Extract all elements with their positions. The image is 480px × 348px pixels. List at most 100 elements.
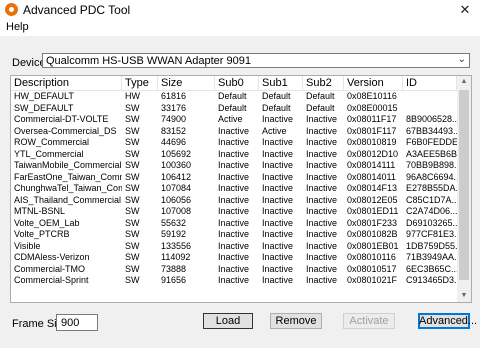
table-row[interactable]: TaiwanMobile_Commercial SW 100360 Inactive I… bbox=[11, 160, 457, 172]
close-icon[interactable]: ✕ bbox=[450, 0, 480, 20]
table-cell: 0x08011F17 bbox=[347, 114, 397, 124]
scroll-up-icon[interactable]: ▲ bbox=[457, 76, 471, 88]
table-row[interactable]: YTL_Commercial SW 105692 Inactive Inactive In… bbox=[11, 149, 457, 161]
table-row[interactable]: SW_DEFAULT SW 33176 Default Default Default 0x… bbox=[11, 103, 457, 115]
table-row[interactable]: Commercial-Sprint SW 91656 Inactive Inactive… bbox=[11, 275, 457, 287]
table-cell: Inactive bbox=[306, 229, 338, 239]
table-cell: 100360 bbox=[161, 160, 192, 170]
table-cell: Commercial-DT-VOLTE bbox=[14, 114, 109, 124]
table-cell: Inactive bbox=[306, 114, 338, 124]
table-cell: Inactive bbox=[306, 160, 338, 170]
table-cell: 0x08014111 bbox=[347, 160, 396, 170]
table-cell: 105692 bbox=[161, 148, 192, 159]
table-cell: FarEastOne_Taiwan_Comm... bbox=[14, 171, 122, 182]
app-logo-icon bbox=[5, 3, 18, 16]
table-cell: 44696 bbox=[161, 137, 187, 147]
table-cell: Inactive bbox=[306, 183, 338, 193]
table-row[interactable]: Volte_PTCRB SW 59192 Inactive Inactive Inacti… bbox=[11, 229, 457, 241]
column-header-id[interactable]: ID bbox=[403, 76, 457, 90]
column-header-version[interactable]: Version bbox=[344, 76, 403, 90]
menu-help[interactable]: Help bbox=[6, 21, 29, 33]
config-table[interactable]: Description Type Size Sub0 Sub1 Sub2 Ver… bbox=[10, 75, 472, 303]
table-cell: 0x0801082B bbox=[347, 229, 398, 239]
table-cell: 0x08014011 bbox=[347, 171, 396, 182]
table-cell: 0x0801ED11 bbox=[347, 206, 399, 216]
table-cell: 107084 bbox=[161, 183, 192, 193]
table-cell: 61816 bbox=[161, 91, 187, 101]
table-cell: Commercial-Sprint bbox=[14, 275, 89, 285]
table-cell: Inactive bbox=[262, 160, 294, 170]
table-cell bbox=[403, 91, 457, 103]
vertical-scrollbar[interactable]: ▲ ▼ bbox=[457, 76, 471, 302]
table-cell: HW_DEFAULT bbox=[14, 91, 74, 101]
table-row[interactable]: Volte_OEM_Lab SW 55632 Inactive Inactive Inac… bbox=[11, 218, 457, 230]
scroll-thumb[interactable] bbox=[459, 90, 469, 280]
column-header-type[interactable]: Type bbox=[122, 76, 158, 90]
table-cell: ROW_Commercial bbox=[14, 137, 90, 147]
table-cell: Inactive bbox=[218, 229, 250, 239]
frame-size-input[interactable] bbox=[56, 314, 98, 331]
table-cell: 6EC3B65C... bbox=[406, 263, 457, 274]
table-row[interactable]: Commercial-TMO SW 73888 Inactive Inactive Ina… bbox=[11, 264, 457, 276]
table-row[interactable]: MTNL-BSNL SW 107008 Inactive Inactive Inactiv… bbox=[11, 206, 457, 218]
column-header-sub0[interactable]: Sub0 bbox=[215, 76, 259, 90]
table-cell: 106056 bbox=[161, 194, 192, 205]
table-cell: 33176 bbox=[161, 102, 187, 113]
table-cell bbox=[403, 103, 457, 115]
table-cell: 55632 bbox=[161, 217, 187, 228]
table-row[interactable]: CDMAless-Verizon SW 114092 Inactive Inactive… bbox=[11, 252, 457, 264]
table-cell: SW bbox=[125, 137, 140, 147]
table-cell: Inactive bbox=[218, 160, 250, 170]
table-cell: YTL_Commercial bbox=[14, 148, 84, 159]
column-header-sub2[interactable]: Sub2 bbox=[303, 76, 344, 90]
table-cell: Inactive bbox=[306, 217, 338, 228]
table-cell: SW bbox=[125, 183, 140, 193]
table-cell: HW bbox=[125, 91, 140, 101]
table-cell: 59192 bbox=[161, 229, 187, 239]
table-cell: 96A8C6694... bbox=[406, 171, 457, 182]
table-cell: Inactive bbox=[306, 206, 338, 216]
table-row[interactable]: FarEastOne_Taiwan_Comm...SW 106412 Inactiv… bbox=[11, 172, 457, 184]
table-row[interactable]: Commercial-DT-VOLTE SW 74900 Active Inactive… bbox=[11, 114, 457, 126]
table-cell: Default bbox=[306, 102, 335, 113]
activate-button[interactable]: Activate bbox=[343, 313, 395, 329]
table-cell: Inactive bbox=[262, 148, 294, 159]
table-row[interactable]: Visible SW 133556 Inactive Inactive Inactive 0… bbox=[11, 241, 457, 253]
table-cell: Inactive bbox=[306, 263, 338, 274]
table-cell: D69103265... bbox=[406, 217, 457, 228]
table-row[interactable]: ChunghwaTel_Taiwan_Com... SW 107084 Inactiv… bbox=[11, 183, 457, 195]
table-cell: SW bbox=[125, 148, 140, 159]
table-cell: Oversea-Commercial_DS bbox=[14, 125, 117, 136]
table-cell: Volte_OEM_Lab bbox=[14, 217, 80, 228]
remove-button[interactable]: Remove bbox=[270, 313, 322, 329]
table-cell: Inactive bbox=[218, 194, 250, 205]
table-cell: 0x08010116 bbox=[347, 252, 396, 262]
table-cell: SW_DEFAULT bbox=[14, 102, 74, 113]
load-button[interactable]: Load bbox=[203, 313, 253, 329]
table-cell: 83152 bbox=[161, 125, 187, 136]
table-cell: ChunghwaTel_Taiwan_Com... bbox=[14, 183, 122, 193]
table-cell: SW bbox=[125, 114, 140, 124]
column-header-sub1[interactable]: Sub1 bbox=[259, 76, 303, 90]
table-cell: Inactive bbox=[306, 240, 338, 251]
scroll-down-icon[interactable]: ▼ bbox=[457, 290, 471, 302]
advanced-button[interactable]: Advanced... bbox=[418, 313, 477, 329]
table-cell: 0x0801F233 bbox=[347, 217, 398, 228]
table-row[interactable]: Oversea-Commercial_DS SW 83152 Inactive Acti… bbox=[11, 126, 457, 138]
table-cell: Inactive bbox=[218, 183, 250, 193]
table-cell: Inactive bbox=[262, 252, 294, 262]
device-select-value: Qualcomm HS-USB WWAN Adapter 9091 bbox=[46, 55, 251, 67]
table-cell: 0x0801EB01 bbox=[347, 240, 399, 251]
column-header-description[interactable]: Description bbox=[11, 76, 122, 90]
table-cell: Inactive bbox=[262, 194, 294, 205]
table-cell: Inactive bbox=[218, 171, 250, 182]
table-cell: Inactive bbox=[218, 148, 250, 159]
table-cell: 70BB9B898... bbox=[406, 160, 457, 170]
table-cell: SW bbox=[125, 194, 140, 205]
table-row[interactable]: ROW_Commercial SW 44696 Inactive Inactive Ina… bbox=[11, 137, 457, 149]
device-select[interactable]: Qualcomm HS-USB WWAN Adapter 9091 ⌄ bbox=[42, 53, 470, 68]
table-cell: Inactive bbox=[218, 275, 250, 285]
table-row[interactable]: AIS_Thailand_Commercial SW 106056 Inactive I… bbox=[11, 195, 457, 207]
table-row[interactable]: HW_DEFAULT HW 61816 Default Default Default 0x… bbox=[11, 91, 457, 103]
column-header-size[interactable]: Size bbox=[158, 76, 215, 90]
